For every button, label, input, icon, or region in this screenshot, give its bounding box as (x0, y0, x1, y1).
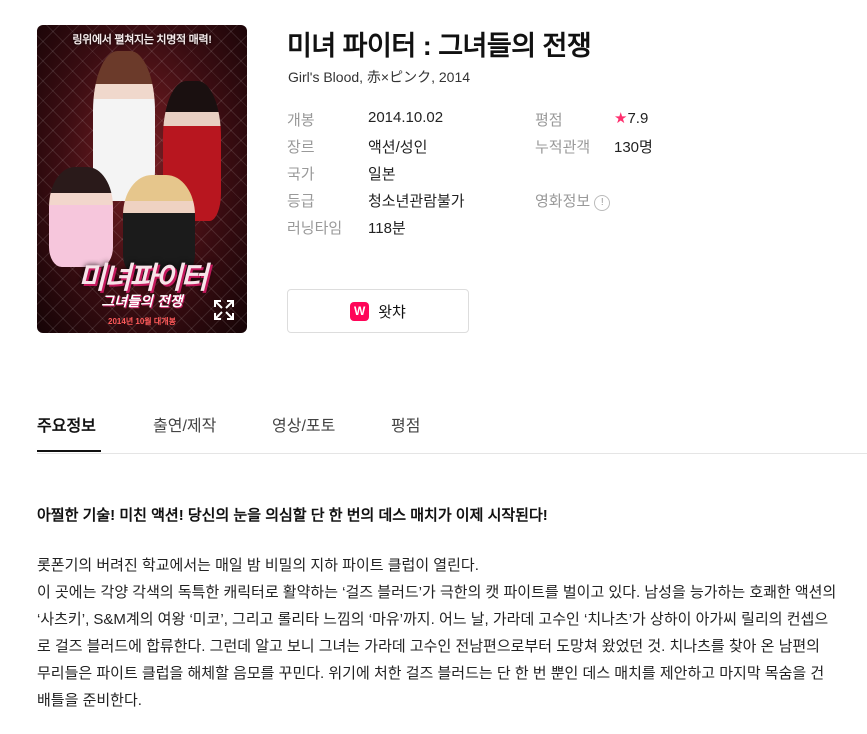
poster-figure (49, 167, 113, 267)
tab-main-info[interactable]: 주요정보 (37, 412, 96, 436)
info-label: 등급 (287, 193, 315, 210)
country: 일본 (368, 166, 396, 183)
synopsis-paragraph: 롯폰기의 버려진 학교에서는 매일 밤 비밀의 지하 파이트 클럽이 열린다. (37, 557, 479, 574)
synopsis: 롯폰기의 버려진 학교에서는 매일 밤 비밀의 지하 파이트 클럽이 열린다. … (37, 552, 837, 714)
poster-tagline: 링위에서 펼쳐지는 치명적 매력! (72, 34, 212, 46)
score-value: 7.9 (627, 110, 649, 127)
expand-icon[interactable] (213, 299, 235, 321)
info-country-value: 일본 (368, 163, 396, 184)
info-runtime-value: 118분 (368, 217, 406, 238)
watcha-label: 왓챠 (378, 303, 406, 321)
tab-video-photo[interactable]: 영상/포토 (272, 412, 335, 436)
info-runtime: 러닝타임 (287, 217, 342, 238)
info-genre: 장르 (287, 136, 315, 157)
movie-title: 미녀 파이터 : 그녀들의 전쟁 (287, 31, 592, 61)
info-score: 평점 (535, 109, 563, 130)
release-date: 2014.10.02 (368, 109, 444, 126)
info-label: 영화정보 (535, 193, 591, 210)
tab-ratings[interactable]: 평점 (391, 412, 420, 436)
info-audience-value: 130명 (614, 136, 653, 157)
movie-poster[interactable]: 링위에서 펼쳐지는 치명적 매력! 미녀파이터 그녀들의 전쟁 2014년 10… (37, 25, 247, 333)
info-label: 누적관객 (535, 139, 591, 156)
star-icon: ★ (614, 110, 628, 127)
info-audience: 누적관객 (535, 136, 590, 157)
info-country: 국가 (287, 163, 315, 184)
info-label: 장르 (287, 139, 315, 156)
info-rating-value: 청소년관람불가 (368, 190, 465, 211)
watcha-button[interactable]: W 왓챠 (287, 289, 469, 333)
tab-cast-crew[interactable]: 출연/제작 (153, 412, 216, 436)
synopsis-headline: 아찔한 기술! 미친 액션! 당신의 눈을 의심할 단 한 번의 데스 매치가 … (37, 507, 548, 524)
age-rating: 청소년관람불가 (368, 193, 465, 210)
active-tab-indicator (37, 450, 101, 452)
watcha-icon: W (350, 301, 370, 321)
info-release: 개봉 (287, 109, 315, 130)
genre: 액션/성인 (368, 139, 428, 156)
audience-count: 130명 (614, 139, 653, 156)
synopsis-paragraph: 이 곳에는 각양 각색의 독특한 캐릭터로 활약하는 ‘걸즈 블러드’가 극한의… (37, 584, 837, 709)
movie-subtitle: Girl's Blood, 赤×ピンク, 2014 (288, 69, 471, 85)
info-rating: 등급 (287, 190, 315, 211)
info-score-value: ★7.9 (614, 109, 648, 127)
info-release-value: 2014.10.02 (368, 109, 443, 126)
info-movieinfo: 영화정보! (535, 190, 611, 211)
info-label: 평점 (535, 112, 563, 129)
info-label: 국가 (287, 166, 315, 183)
runtime: 118분 (368, 220, 406, 237)
tab-bar: 주요정보 출연/제작 영상/포토 평점 (37, 405, 867, 454)
info-label: 개봉 (287, 112, 315, 129)
info-label: 러닝타임 (287, 220, 343, 237)
info-icon[interactable]: ! (594, 195, 611, 211)
info-genre-value: 액션/성인 (368, 136, 427, 157)
